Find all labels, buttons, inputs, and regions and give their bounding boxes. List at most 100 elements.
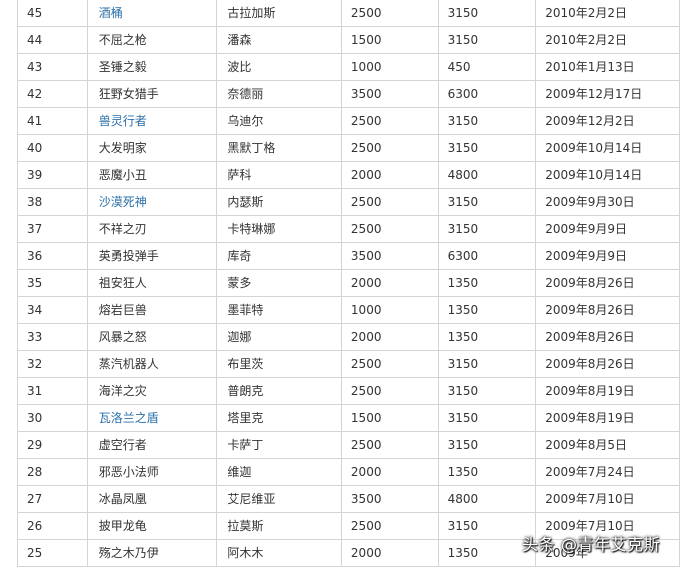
champion-title: 卡萨丁: [227, 438, 264, 452]
rp-price-cell: 4800: [437, 485, 537, 513]
release-date-cell: 2009年10月14日: [535, 161, 680, 189]
release-date-cell: 2010年1月13日: [535, 53, 680, 81]
table-row: 27 冰晶凤凰 艾尼维亚 3500 4800 2009年7月10日: [17, 485, 680, 513]
champion-number: 40: [27, 141, 43, 155]
champion-number: 44: [27, 33, 43, 47]
release-date-cell: 2009年7月24日: [535, 458, 680, 486]
champion-name: 英勇投弹手: [98, 249, 159, 263]
ip-price-cell: 2000: [340, 458, 439, 486]
champion-number-cell: 26: [17, 512, 88, 540]
rp-price: 3150: [447, 519, 479, 533]
table-row: 39 恶魔小丑 萨科 2000 4800 2009年10月14日: [17, 161, 680, 189]
release-date: 2009年8月26日: [545, 330, 635, 344]
champion-title: 蒙多: [227, 276, 252, 290]
ip-price-cell: 2500: [340, 134, 439, 162]
champion-title: 普朗克: [227, 384, 264, 398]
champion-title: 黑默丁格: [227, 141, 276, 155]
champion-title: 乌迪尔: [227, 114, 264, 128]
champion-name: 狂野女猎手: [98, 87, 159, 101]
ip-price-cell: 2500: [340, 377, 439, 405]
release-date-cell: 2009年8月19日: [535, 404, 680, 432]
ip-price: 3500: [350, 249, 382, 263]
rp-price-cell: 3150: [437, 404, 537, 432]
rp-price-cell: 4800: [437, 161, 537, 189]
champion-name: 海洋之灾: [98, 384, 147, 398]
champion-name: 虚空行者: [98, 438, 147, 452]
rp-price-cell: 3150: [437, 377, 537, 405]
champion-number: 28: [27, 465, 43, 479]
table-row: 37 不祥之刃 卡特琳娜 2500 3150 2009年9月9日: [17, 215, 680, 243]
champion-title: 古拉加斯: [227, 6, 276, 20]
champion-number-cell: 40: [17, 134, 88, 162]
ip-price: 2000: [350, 546, 382, 560]
watermark-prefix: 头条: [521, 535, 555, 554]
champion-title: 迦娜: [227, 330, 252, 344]
table-row: 38 沙漠死神 内瑟斯 2500 3150 2009年9月30日: [17, 188, 680, 216]
ip-price-cell: 2000: [340, 161, 439, 189]
champion-number: 38: [27, 195, 43, 209]
table-row: 29 虚空行者 卡萨丁 2500 3150 2009年8月5日: [17, 431, 680, 459]
rp-price-cell: 3150: [437, 134, 537, 162]
champion-number: 43: [27, 60, 43, 74]
release-date-cell: 2009年9月30日: [535, 188, 680, 216]
champion-name[interactable]: 兽灵行者: [99, 114, 147, 128]
table-row: 44 不屈之枪 潘森 1500 3150 2010年2月2日: [17, 26, 680, 54]
champion-title: 艾尼维亚: [227, 492, 276, 506]
champion-name[interactable]: 沙漠死神: [99, 195, 147, 209]
champion-name[interactable]: 瓦洛兰之盾: [99, 411, 159, 425]
champion-name: 风暴之怒: [98, 330, 147, 344]
champion-name: 冰晶凤凰: [98, 492, 147, 506]
release-date-cell: 2009年8月5日: [535, 431, 680, 459]
champion-title-cell: 迦娜: [216, 323, 342, 351]
ip-price-cell: 3500: [340, 242, 439, 270]
ip-price: 2500: [350, 195, 382, 209]
ip-price: 2500: [350, 6, 382, 20]
champion-number-cell: 30: [17, 404, 88, 432]
ip-price-cell: 2000: [340, 323, 439, 351]
ip-price: 1000: [350, 60, 382, 74]
release-date-cell: 2009年8月26日: [535, 323, 680, 351]
champion-number-cell: 42: [17, 80, 88, 108]
champion-number: 39: [27, 168, 43, 182]
release-date: 2009年8月26日: [545, 276, 635, 290]
champion-name: 不祥之刃: [98, 222, 147, 236]
table-row: 42 狂野女猎手 奈德丽 3500 6300 2009年12月17日: [17, 80, 680, 108]
rp-price: 1350: [447, 303, 479, 317]
ip-price-cell: 2500: [340, 431, 439, 459]
release-date: 2009年9月30日: [545, 195, 635, 209]
table-row: 32 蒸汽机器人 布里茨 2500 3150 2009年8月26日: [17, 350, 680, 378]
table-row: 28 邪恶小法师 维迦 2000 1350 2009年7月24日: [17, 458, 680, 486]
champion-name-cell: 瓦洛兰之盾: [86, 404, 218, 432]
champion-title-cell: 萨科: [216, 161, 342, 189]
champion-title: 库奇: [227, 249, 252, 263]
ip-price-cell: 2500: [340, 215, 439, 243]
ip-price-cell: 2500: [340, 107, 439, 135]
rp-price: 3150: [447, 141, 479, 155]
rp-price-cell: 3150: [437, 107, 537, 135]
table-row: 40 大发明家 黑默丁格 2500 3150 2009年10月14日: [17, 134, 680, 162]
champion-title-cell: 蒙多: [216, 269, 342, 297]
champion-title: 波比: [227, 60, 252, 74]
champion-name[interactable]: 酒桶: [99, 6, 123, 20]
release-date-cell: 2009年7月10日: [535, 485, 680, 513]
release-date: 2009年7月24日: [545, 465, 635, 479]
champion-name: 蒸汽机器人: [98, 357, 159, 371]
release-date: 2009年8月5日: [545, 438, 627, 452]
champion-name: 祖安狂人: [98, 276, 147, 290]
ip-price-cell: 1000: [340, 53, 439, 81]
table-row: 43 圣锤之毅 波比 1000 450 2010年1月13日: [17, 53, 680, 81]
champion-name: 披甲龙龟: [98, 519, 147, 533]
rp-price: 450: [447, 60, 471, 74]
release-date: 2009年7月10日: [545, 492, 635, 506]
ip-price-cell: 2500: [340, 188, 439, 216]
champion-number-cell: 27: [17, 485, 88, 513]
champion-name: 大发明家: [98, 141, 147, 155]
rp-price: 1350: [447, 330, 479, 344]
champion-number-cell: 41: [17, 107, 88, 135]
champion-number-cell: 34: [17, 296, 88, 324]
rp-price-cell: 6300: [437, 242, 537, 270]
champion-title-cell: 卡特琳娜: [216, 215, 342, 243]
champion-title: 潘森: [227, 33, 252, 47]
champion-name-cell: 祖安狂人: [86, 269, 218, 297]
rp-price: 6300: [447, 249, 479, 263]
